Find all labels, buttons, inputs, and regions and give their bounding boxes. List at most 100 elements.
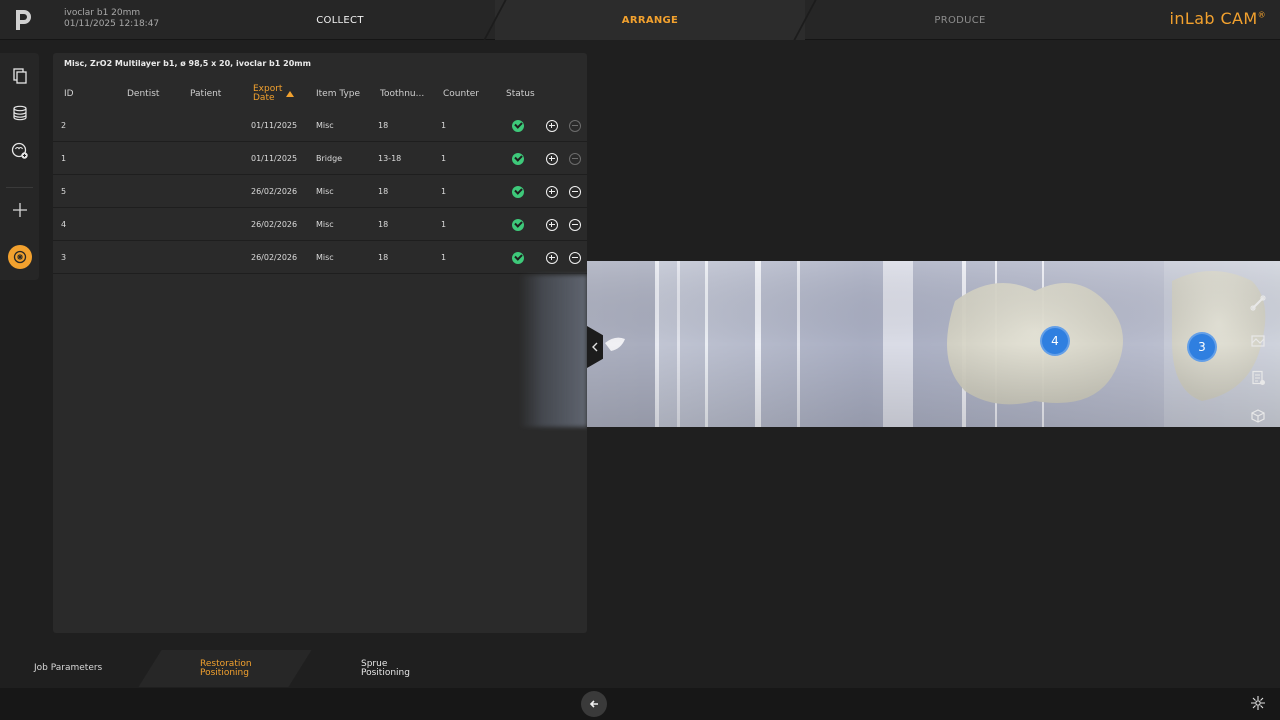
arrange-subtabs: Job Parameters Restoration Positioning S… xyxy=(0,650,480,687)
view-tools xyxy=(1246,290,1270,430)
sort-ascending-icon xyxy=(286,91,295,97)
cell-id: 3 xyxy=(61,253,67,262)
tab-collect[interactable]: COLLECT xyxy=(185,0,495,40)
job-info: ivoclar b1 20mm 01/11/2025 12:18:47 xyxy=(64,8,159,30)
add-restoration-button[interactable] xyxy=(546,241,558,274)
column-header-counter[interactable]: Counter xyxy=(443,81,479,107)
cell-tooth-number: 18 xyxy=(378,253,389,262)
cell-item-type: Misc xyxy=(316,187,334,196)
cube-icon[interactable] xyxy=(1246,404,1270,428)
blank-render xyxy=(587,261,1280,427)
job-name: ivoclar b1 20mm xyxy=(64,8,141,18)
column-header-tooth-number[interactable]: Toothnu... xyxy=(380,81,424,107)
tab-job-parameters[interactable]: Job Parameters xyxy=(34,650,102,687)
status-ok-icon xyxy=(512,109,524,142)
top-bar: ivoclar b1 20mm 01/11/2025 12:18:47 COLL… xyxy=(0,0,1280,40)
network-settings-icon[interactable] xyxy=(1250,695,1266,711)
toolbar-divider xyxy=(6,187,33,188)
remove-restoration-button[interactable] xyxy=(569,175,581,208)
cell-tooth-number: 18 xyxy=(378,187,389,196)
add-restoration-button[interactable] xyxy=(546,109,558,142)
status-ok-icon xyxy=(512,175,524,208)
sprue-line2: Positioning xyxy=(361,667,410,678)
tab-produce[interactable]: PRODUCE xyxy=(805,0,1115,40)
brand-logo: inLab CAM® xyxy=(1170,9,1266,28)
table-row[interactable]: 2 01/11/2025 Misc 18 1 xyxy=(53,109,587,142)
cell-item-type: Bridge xyxy=(316,154,343,163)
add-restoration-button[interactable] xyxy=(546,175,558,208)
copy-pages-icon[interactable] xyxy=(8,64,32,88)
cell-id: 4 xyxy=(61,220,67,229)
cell-id: 2 xyxy=(61,121,67,130)
add-restoration-button[interactable] xyxy=(546,208,558,241)
tab-sprue-positioning[interactable]: Sprue Positioning xyxy=(361,650,410,687)
status-ok-icon xyxy=(512,142,524,175)
column-header-id[interactable]: ID xyxy=(64,81,74,107)
tab-arrange[interactable]: ARRANGE xyxy=(495,0,805,40)
column-header-item-type[interactable]: Item Type xyxy=(316,81,360,107)
cell-id: 5 xyxy=(61,187,67,196)
table-header: ID Dentist Patient Export Date Item Type… xyxy=(53,81,587,107)
column-header-status[interactable]: Status xyxy=(506,81,535,107)
export-date-header-line2: Date xyxy=(253,93,275,103)
bone-icon[interactable] xyxy=(1246,291,1270,315)
cell-counter: 1 xyxy=(441,187,447,196)
report-icon[interactable] xyxy=(1246,366,1270,390)
milling-blank-view[interactable]: 4 3 xyxy=(587,261,1280,427)
tab-restoration-positioning[interactable]: Restoration Positioning xyxy=(200,650,252,687)
cell-id: 1 xyxy=(61,154,67,163)
cell-counter: 1 xyxy=(441,154,447,163)
app-logo-icon[interactable] xyxy=(12,8,34,32)
cell-export-date: 01/11/2025 xyxy=(251,121,298,130)
table-row[interactable]: 5 26/02/2026 Misc 18 1 xyxy=(53,175,587,208)
database-icon[interactable] xyxy=(8,101,32,125)
cell-tooth-number: 13-18 xyxy=(378,154,402,163)
chevron-left-icon xyxy=(592,342,598,352)
cell-tooth-number: 18 xyxy=(378,220,389,229)
material-block-icon[interactable] xyxy=(8,245,32,269)
remove-restoration-button[interactable] xyxy=(569,208,581,241)
cell-export-date: 01/11/2025 xyxy=(251,154,298,163)
cell-item-type: Misc xyxy=(316,253,334,262)
add-icon[interactable] xyxy=(8,198,32,222)
restoration-positioning-label: Restoration Positioning xyxy=(200,659,252,678)
image-frame-icon[interactable] xyxy=(1246,329,1270,353)
status-ok-icon xyxy=(512,208,524,241)
column-header-export-date[interactable]: Export Date xyxy=(253,81,295,107)
restoration-line2: Positioning xyxy=(200,667,249,678)
cell-export-date: 26/02/2026 xyxy=(251,220,298,229)
arrow-left-icon xyxy=(589,700,598,708)
restoration-badge-4[interactable]: 4 xyxy=(1040,326,1070,356)
sprue-positioning-label: Sprue Positioning xyxy=(361,659,410,678)
cell-item-type: Misc xyxy=(316,220,334,229)
remove-restoration-button[interactable] xyxy=(569,142,581,175)
restoration-badge-3[interactable]: 3 xyxy=(1187,332,1217,362)
brand-mark: ® xyxy=(1257,10,1266,20)
table-row[interactable]: 1 01/11/2025 Bridge 13-18 1 xyxy=(53,142,587,175)
cell-tooth-number: 18 xyxy=(378,121,389,130)
status-ok-icon xyxy=(512,241,524,274)
cell-counter: 1 xyxy=(441,253,447,262)
cell-item-type: Misc xyxy=(316,121,334,130)
cell-counter: 1 xyxy=(441,220,447,229)
remove-restoration-button[interactable] xyxy=(569,241,581,274)
column-header-dentist[interactable]: Dentist xyxy=(127,81,159,107)
column-header-patient[interactable]: Patient xyxy=(190,81,221,107)
panel-title: Misc, ZrO2 Multilayer b1, ø 98,5 x 20, i… xyxy=(64,59,311,68)
add-restoration-button[interactable] xyxy=(546,142,558,175)
block-preview-glow xyxy=(519,275,587,427)
restorations-panel: Misc, ZrO2 Multilayer b1, ø 98,5 x 20, i… xyxy=(53,53,587,633)
job-datetime: 01/11/2025 12:18:47 xyxy=(64,19,160,29)
cell-export-date: 26/02/2026 xyxy=(251,253,298,262)
export-date-header-text: Export Date xyxy=(253,85,282,103)
tooth-export-icon[interactable] xyxy=(8,139,32,163)
remove-restoration-button[interactable] xyxy=(569,109,581,142)
left-toolbar xyxy=(0,53,39,280)
brand-name: inLab CAM xyxy=(1169,9,1258,28)
cell-counter: 1 xyxy=(441,121,447,130)
cell-export-date: 26/02/2026 xyxy=(251,187,298,196)
bottom-bar xyxy=(0,688,1280,720)
back-button[interactable] xyxy=(581,691,607,717)
table-row[interactable]: 4 26/02/2026 Misc 18 1 xyxy=(53,208,587,241)
table-row[interactable]: 3 26/02/2026 Misc 18 1 xyxy=(53,241,587,274)
